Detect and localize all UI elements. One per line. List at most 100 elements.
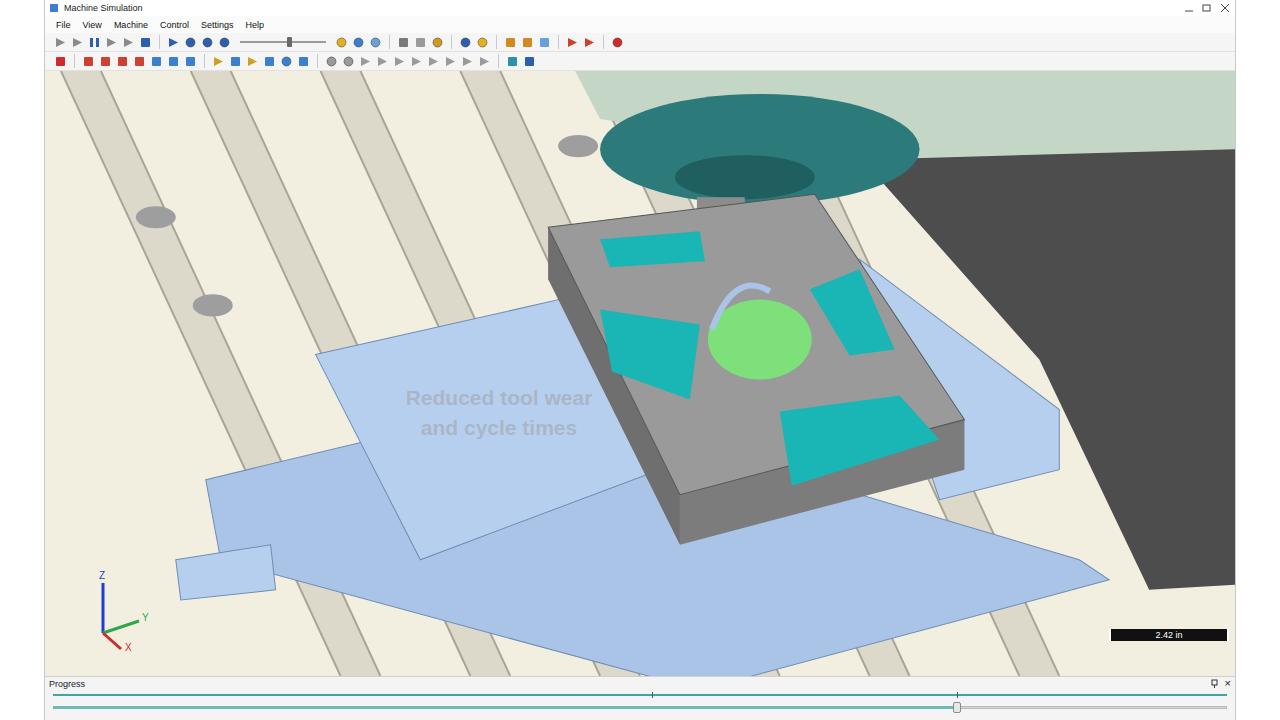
tool-icon [325,55,338,68]
tool-icon [376,55,389,68]
app-window: Machine Simulation FileViewMachineControl… [44,0,1236,720]
toolbar-button[interactable] [610,35,625,50]
toolbar-button[interactable] [358,54,373,69]
toolbar-button[interactable] [351,35,366,50]
pin-icon[interactable] [1210,679,1219,688]
toolbar-separator [451,35,452,49]
toolbar-separator [498,54,499,68]
speed-slider[interactable] [240,35,326,49]
toolbar-button[interactable] [279,54,294,69]
svg-text:Z: Z [99,570,105,581]
tool-icon [297,55,310,68]
toolbar-button[interactable] [458,35,473,50]
toolbar-button[interactable] [183,54,198,69]
progress-thumb[interactable] [953,702,961,713]
toolbar-button[interactable] [138,35,153,50]
toolbar-button[interactable] [565,35,580,50]
tool-icon [116,55,129,68]
toolbar-button[interactable] [166,35,181,50]
toolbar-button[interactable] [368,35,383,50]
toolbar-button[interactable] [503,35,518,50]
tool-icon [476,36,489,49]
toolbar-button[interactable] [166,54,181,69]
progress-slider[interactable] [53,702,1227,712]
toolbar-button[interactable] [537,35,552,50]
toolbar-button[interactable] [413,35,428,50]
tool-icon [212,55,225,68]
tool-icon [359,55,372,68]
toolbar-button[interactable] [87,35,102,50]
toolbar-button[interactable] [98,54,113,69]
toolbar-button[interactable] [375,54,390,69]
toolbar-button[interactable] [522,54,537,69]
progress-fill [53,706,957,709]
toolbar-button[interactable] [149,54,164,69]
screen: Machine Simulation FileViewMachineControl… [0,0,1280,720]
tool-icon [397,36,410,49]
toolbar-button[interactable] [392,54,407,69]
progress-close[interactable]: × [1225,678,1231,689]
title-bar: Machine Simulation [45,0,1235,16]
watermark-line: Reduced tool wear [406,383,593,413]
toolbar-button[interactable] [262,54,277,69]
toolbar-button[interactable] [115,54,130,69]
toolbar-button[interactable] [183,35,198,50]
tool-icon [352,36,365,49]
svg-text:Y: Y [142,612,149,623]
toolbar-button[interactable] [121,35,136,50]
toolbar-button[interactable] [217,35,232,50]
tool-icon [71,36,84,49]
toolbar-button[interactable] [53,35,68,50]
toolbar-button[interactable] [520,35,535,50]
menu-item[interactable]: File [51,19,76,31]
menu-item[interactable]: Help [240,19,269,31]
viewport[interactable]: Reduced tool wearand cycle times2.42 inZ… [45,71,1235,676]
toolbar-button[interactable] [334,35,349,50]
toolbar-button[interactable] [200,35,215,50]
toolbar-button[interactable] [582,35,597,50]
toolbar-button[interactable] [81,54,96,69]
toolbar-button[interactable] [245,54,260,69]
toolbar-button[interactable] [475,35,490,50]
speed-track [240,41,326,43]
tool-icon [280,55,293,68]
tool-icon [105,36,118,49]
tool-icon [218,36,231,49]
toolbar-button[interactable] [443,54,458,69]
minimize-icon[interactable] [1183,3,1195,13]
close-icon[interactable] [1219,3,1231,13]
menu-item[interactable]: Machine [109,19,153,31]
menu-item[interactable]: Settings [196,19,239,31]
toolbar-button[interactable] [430,35,445,50]
tool-icon [611,36,624,49]
toolbar-button[interactable] [341,54,356,69]
machine-scene[interactable] [45,71,1235,676]
toolbar-button[interactable] [53,54,68,69]
toolbar-button[interactable] [70,35,85,50]
toolbar-button[interactable] [460,54,475,69]
svg-text:X: X [125,642,132,653]
tool-icon [246,55,259,68]
toolbar-button[interactable] [477,54,492,69]
toolbar-button[interactable] [324,54,339,69]
menu-item[interactable]: View [78,19,107,31]
restore-icon[interactable] [1201,3,1213,13]
menu-item[interactable]: Control [155,19,194,31]
tool-icon [201,36,214,49]
toolbar-separator [389,35,390,49]
toolbar-separator [603,35,604,49]
toolbar-button[interactable] [426,54,441,69]
progress-timeline [53,694,1227,696]
toolbar-button[interactable] [132,54,147,69]
toolbar-button[interactable] [396,35,411,50]
toolbar-button[interactable] [409,54,424,69]
toolbar-button[interactable] [228,54,243,69]
toolbar-button[interactable] [211,54,226,69]
toolbar-button[interactable] [296,54,311,69]
toolbar-button[interactable] [505,54,520,69]
speed-thumb[interactable] [287,37,292,47]
toolbar-button[interactable] [104,35,119,50]
tool-icon [82,55,95,68]
tool-icon [504,36,517,49]
tool-icon [427,55,440,68]
